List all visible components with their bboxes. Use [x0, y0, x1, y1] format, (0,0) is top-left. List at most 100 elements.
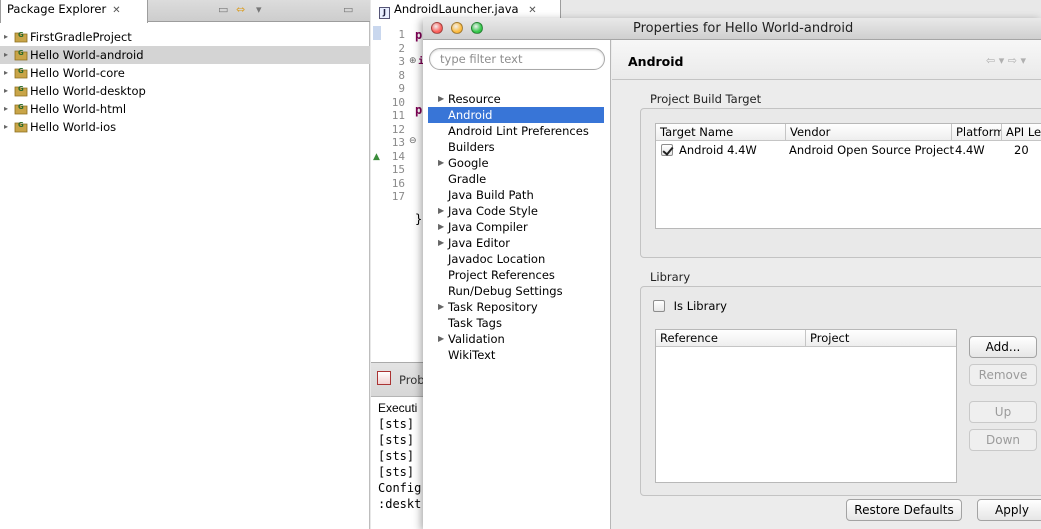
nav-item[interactable]: WikiText: [428, 347, 604, 363]
link-with-editor-icon[interactable]: ⇔: [236, 3, 245, 16]
nav-item[interactable]: ▶ Java Compiler: [428, 219, 604, 235]
column-reference[interactable]: Reference: [656, 330, 806, 347]
expand-arrow-icon[interactable]: ▸: [4, 82, 14, 100]
apply-button[interactable]: Apply: [977, 499, 1041, 521]
filter-input[interactable]: type filter text: [429, 48, 605, 70]
expand-arrow-icon[interactable]: ▸: [4, 100, 14, 118]
fold-expand-icon[interactable]: ⊕: [409, 54, 417, 68]
svg-text:G: G: [18, 67, 24, 75]
expand-arrow-icon[interactable]: ▸: [4, 64, 14, 82]
console-line: [sts]: [378, 465, 415, 479]
nav-item-label: Validation: [448, 332, 505, 346]
api-level-cell: 20: [1014, 143, 1029, 157]
expand-arrow-icon[interactable]: ▸: [4, 28, 14, 46]
nav-item-label: Java Compiler: [448, 220, 528, 234]
tab-package-explorer[interactable]: Package Explorer ✕: [0, 0, 148, 23]
project-item[interactable]: ▸ G Hello World-html: [0, 100, 370, 118]
library-table[interactable]: Reference Project: [655, 329, 957, 483]
line-number: 9: [398, 82, 405, 95]
project-folder-icon: G: [14, 120, 29, 133]
nav-item-label: Run/Debug Settings: [448, 284, 563, 298]
nav-item[interactable]: ▶ Task Repository: [428, 299, 604, 315]
project-folder-icon: G: [14, 48, 29, 61]
expand-arrow-icon[interactable]: ▶: [438, 235, 444, 251]
up-button[interactable]: Up: [969, 401, 1037, 423]
project-name: Hello World-android: [30, 48, 144, 62]
close-icon[interactable]: ✕: [528, 5, 536, 16]
table-header: Target Name Vendor Platform API Le: [656, 124, 1041, 141]
expand-arrow-icon[interactable]: ▶: [438, 299, 444, 315]
restore-defaults-button[interactable]: Restore Defaults: [846, 499, 962, 521]
nav-item[interactable]: Java Build Path: [428, 187, 604, 203]
build-target-group-label: Project Build Target: [650, 92, 762, 106]
expand-arrow-icon[interactable]: ▶: [438, 331, 444, 347]
close-icon[interactable]: ✕: [112, 5, 120, 16]
expand-arrow-icon[interactable]: ▶: [438, 155, 444, 171]
project-item[interactable]: ▸ G FirstGradleProject: [0, 28, 370, 46]
nav-item[interactable]: ▶ Java Editor: [428, 235, 604, 251]
nav-item[interactable]: Project References: [428, 267, 604, 283]
nav-item[interactable]: Javadoc Location: [428, 251, 604, 267]
nav-item-label: Java Build Path: [448, 188, 534, 202]
column-api-level[interactable]: API Le: [1002, 124, 1041, 141]
target-checkbox[interactable]: [661, 144, 673, 156]
column-platform[interactable]: Platform: [952, 124, 1002, 141]
nav-item[interactable]: Android Lint Preferences: [428, 123, 604, 139]
build-target-table[interactable]: Target Name Vendor Platform API Le Andro…: [655, 123, 1041, 229]
expand-arrow-icon[interactable]: ▸: [4, 118, 14, 136]
line-number: 12: [391, 122, 405, 136]
minimize-icon[interactable]: ▭: [343, 3, 353, 16]
add-button[interactable]: Add...: [969, 336, 1037, 358]
project-name: Hello World-desktop: [30, 84, 146, 98]
project-item[interactable]: ▸ G Hello World-ios: [0, 118, 370, 136]
properties-nav: type filter text ▶ Resource Android Android…: [423, 40, 611, 529]
nav-item[interactable]: ▶ Java Code Style: [428, 203, 604, 219]
nav-item[interactable]: ▶ Validation: [428, 331, 604, 347]
collapse-all-icon[interactable]: ▭: [218, 3, 228, 16]
back-forward-icon[interactable]: ⇦ ▾ ⇨ ▾: [986, 54, 1026, 67]
view-menu-icon[interactable]: ▾: [256, 3, 262, 16]
is-library-option[interactable]: Is Library: [653, 299, 727, 313]
nav-item[interactable]: ▶ Google: [428, 155, 604, 171]
fold-collapse-icon[interactable]: ⊖: [409, 134, 417, 148]
tab-problems[interactable]: Prob: [399, 373, 425, 387]
close-window-button[interactable]: [431, 22, 443, 34]
nav-item[interactable]: ▶ Resource: [428, 91, 604, 107]
expand-arrow-icon[interactable]: ▶: [438, 203, 444, 219]
console-line: [sts]: [378, 417, 415, 431]
line-number: 3: [398, 55, 405, 68]
line-number: 11: [391, 109, 405, 122]
table-row[interactable]: Android 4.4W Android Open Source Project…: [656, 142, 1041, 159]
expand-arrow-icon[interactable]: ▶: [438, 219, 444, 235]
page-header: Android ⇦ ▾ ⇨ ▾: [612, 40, 1041, 80]
column-vendor[interactable]: Vendor: [786, 124, 952, 141]
project-item[interactable]: ▸ G Hello World-core: [0, 64, 370, 82]
project-name: Hello World-ios: [30, 120, 117, 134]
nav-item[interactable]: Builders: [428, 139, 604, 155]
editor-tab-label: AndroidLauncher.java: [394, 2, 519, 16]
console-line: :deskt: [378, 497, 422, 511]
nav-item[interactable]: Gradle: [428, 171, 604, 187]
column-project[interactable]: Project: [806, 330, 958, 347]
zoom-window-button[interactable]: [471, 22, 483, 34]
table-header: Reference Project: [656, 330, 956, 347]
project-name: Hello World-core: [30, 66, 125, 80]
project-item[interactable]: ▸ G Hello World-desktop: [0, 82, 370, 100]
console-line: [sts]: [378, 433, 415, 447]
library-group-label: Library: [650, 270, 691, 284]
explorer-tabbar: Package Explorer ✕ ▭ ⇔ ▾ ▭: [0, 0, 370, 23]
expand-arrow-icon[interactable]: ▸: [4, 46, 14, 64]
nav-item-label: WikiText: [448, 348, 496, 362]
remove-button[interactable]: Remove: [969, 364, 1037, 386]
nav-item[interactable]: Android: [428, 107, 604, 123]
column-target-name[interactable]: Target Name: [656, 124, 786, 141]
nav-item[interactable]: Run/Debug Settings: [428, 283, 604, 299]
project-item[interactable]: ▸ G Hello World-android: [0, 46, 370, 64]
override-marker-icon: ▲: [373, 152, 380, 162]
nav-item[interactable]: Task Tags: [428, 315, 604, 331]
is-library-checkbox[interactable]: [653, 300, 665, 312]
expand-arrow-icon[interactable]: ▶: [438, 91, 444, 107]
line-number: 17: [391, 190, 405, 203]
minimize-window-button[interactable]: [451, 22, 463, 34]
down-button[interactable]: Down: [969, 429, 1037, 451]
